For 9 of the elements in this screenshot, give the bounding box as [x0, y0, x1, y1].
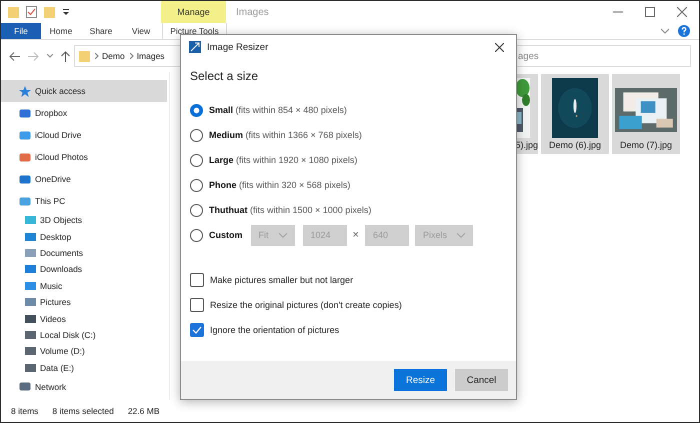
status-text: 8 items selected — [52, 406, 114, 416]
dialog-title: Image Resizer — [207, 42, 268, 52]
section-heading: Select a size — [190, 69, 258, 83]
window-title: Images — [235, 6, 270, 20]
times-sign: × — [352, 229, 359, 241]
status-text: 8 items — [11, 406, 38, 416]
file-name: Demo (7).jpg — [620, 140, 672, 150]
file-name: Demo (6).jpg — [548, 140, 602, 150]
status-text: 22.6 MB — [128, 406, 160, 416]
